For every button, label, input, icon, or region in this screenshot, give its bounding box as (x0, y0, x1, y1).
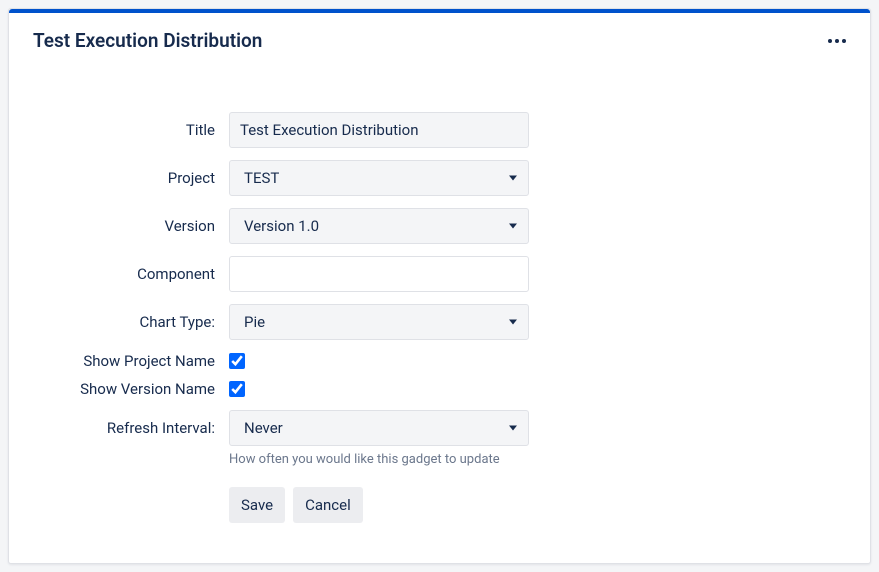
refresh-interval-label: Refresh Interval: (33, 419, 229, 437)
card-title: Test Execution Distribution (33, 29, 262, 52)
version-select-value: Version 1.0 (244, 217, 319, 235)
title-label: Title (33, 121, 229, 139)
version-label: Version (33, 217, 229, 235)
row-version: Version Version 1.0 (33, 208, 846, 244)
chart-type-select-value: Pie (244, 313, 265, 331)
project-label: Project (33, 169, 229, 187)
cancel-button[interactable]: Cancel (293, 487, 363, 523)
row-show-version-name: Show Version Name (33, 380, 846, 398)
version-select[interactable]: Version 1.0 (229, 208, 529, 244)
row-refresh-interval: Refresh Interval: Never (33, 410, 846, 446)
refresh-help-row: How often you would like this gadget to … (33, 452, 846, 467)
save-button[interactable]: Save (229, 487, 285, 523)
card-header: Test Execution Distribution (9, 13, 870, 52)
refresh-interval-value: Never (244, 419, 283, 437)
project-select-value: TEST (244, 169, 279, 187)
title-input[interactable] (229, 112, 529, 148)
chart-type-label: Chart Type: (33, 313, 229, 331)
refresh-interval-select[interactable]: Never (229, 410, 529, 446)
button-row: Save Cancel (229, 487, 846, 523)
component-input[interactable] (229, 256, 529, 292)
show-project-name-checkbox[interactable] (229, 353, 245, 369)
row-title: Title (33, 112, 846, 148)
refresh-help-text: How often you would like this gadget to … (229, 452, 500, 467)
show-version-name-checkbox[interactable] (229, 381, 245, 397)
more-options-icon[interactable] (824, 35, 850, 47)
config-form: Title Project TEST Version Version 1.0 (9, 52, 870, 563)
chart-type-select[interactable]: Pie (229, 304, 529, 340)
row-project: Project TEST (33, 160, 846, 196)
row-component: Component (33, 256, 846, 292)
show-version-name-label: Show Version Name (33, 380, 229, 398)
component-label: Component (33, 265, 229, 283)
row-chart-type: Chart Type: Pie (33, 304, 846, 340)
gadget-config-card: Test Execution Distribution Title Projec… (8, 8, 871, 564)
project-select[interactable]: TEST (229, 160, 529, 196)
show-project-name-label: Show Project Name (33, 352, 229, 370)
row-show-project-name: Show Project Name (33, 352, 846, 370)
